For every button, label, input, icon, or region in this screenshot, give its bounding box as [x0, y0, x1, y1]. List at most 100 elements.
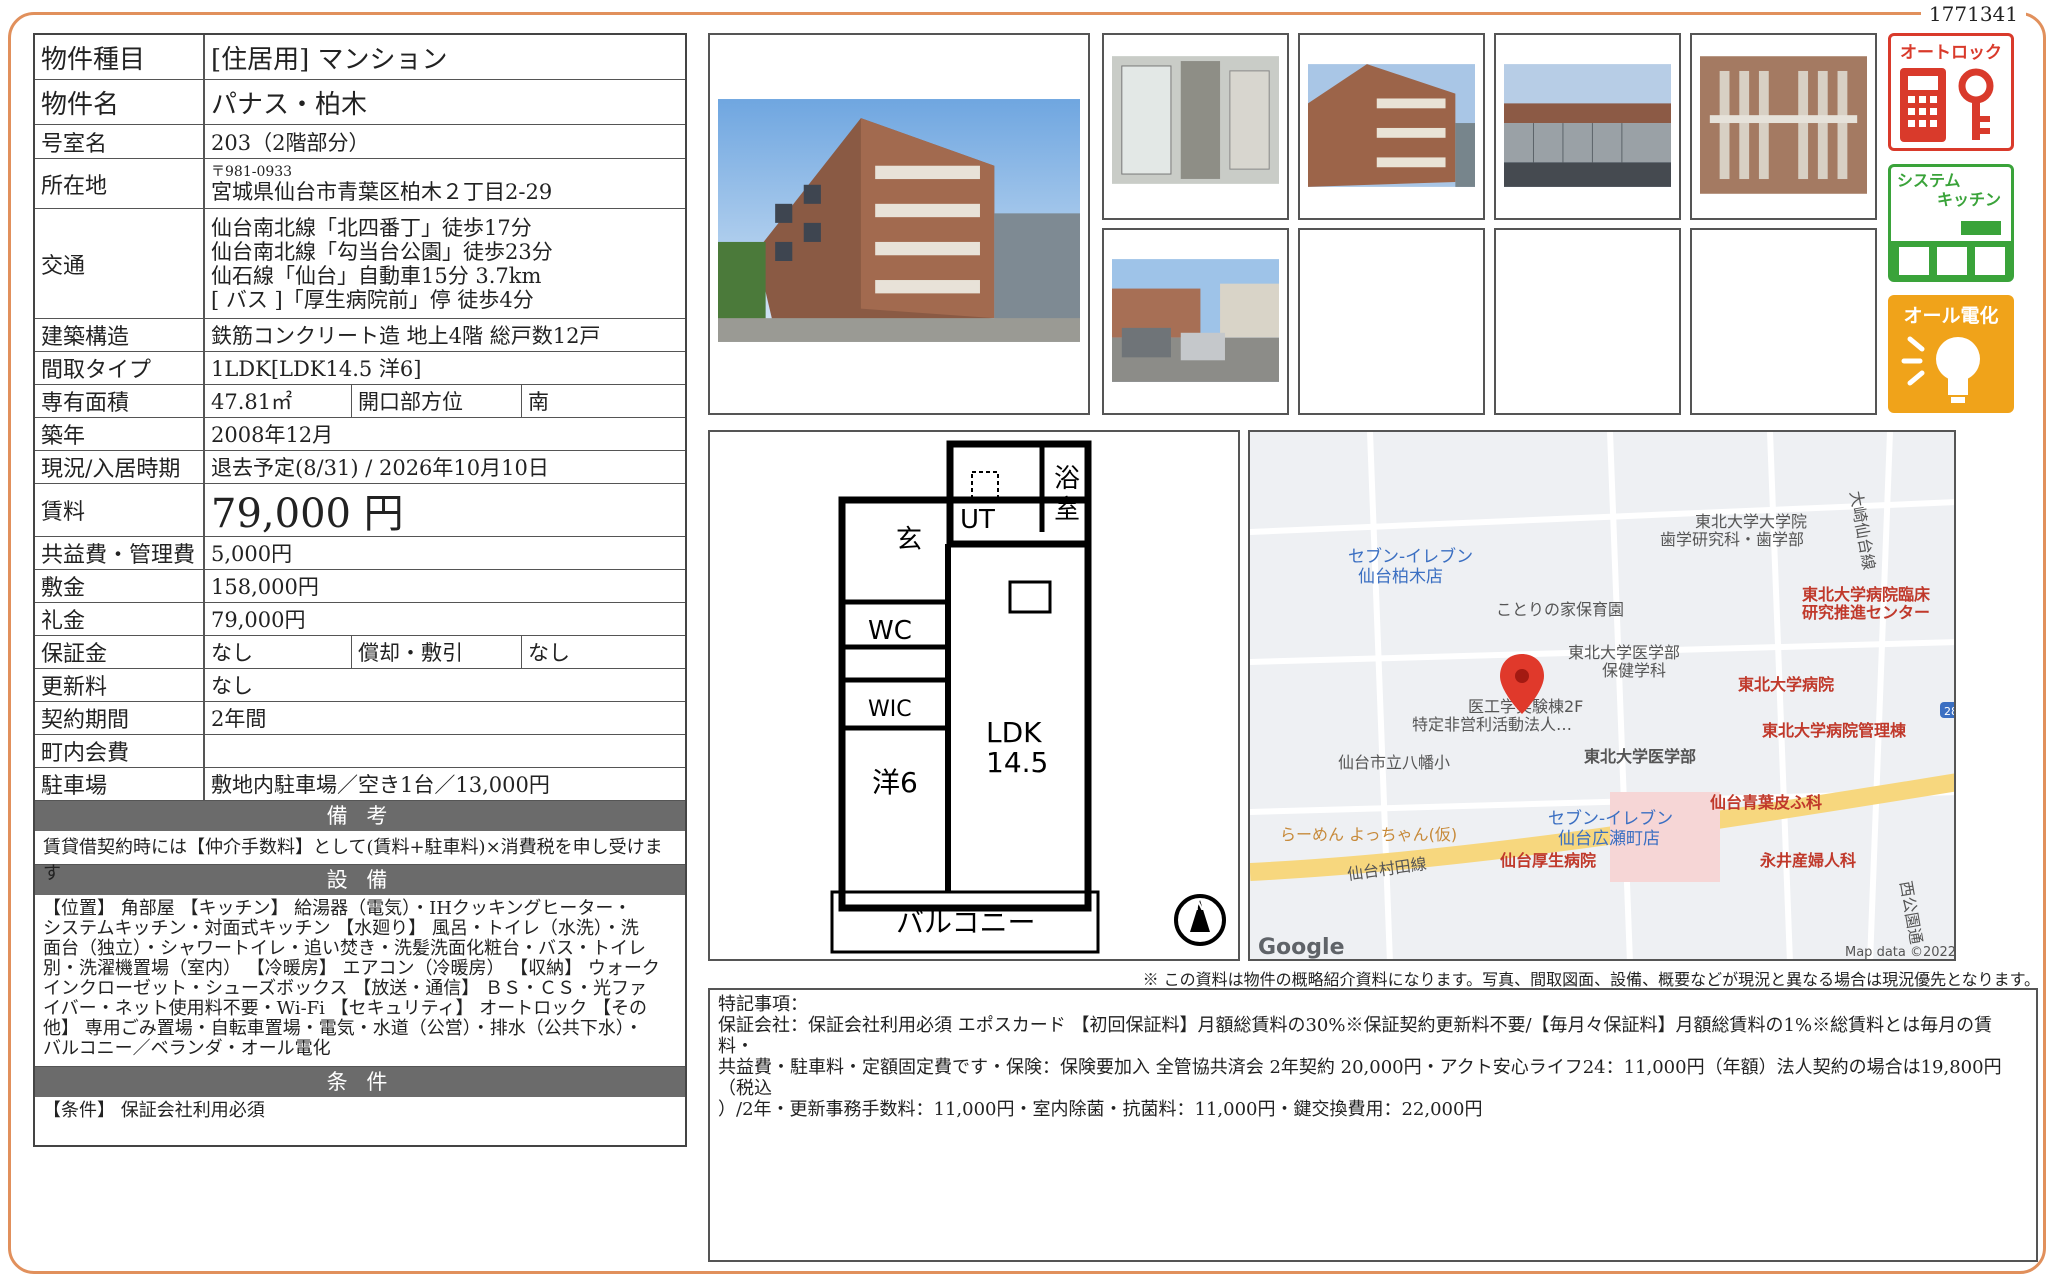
photo-thumbnail-gate[interactable]	[1690, 33, 1877, 220]
storage-image	[1504, 64, 1671, 187]
exterior-image-2	[1308, 64, 1475, 187]
conditions-header: 条 件	[35, 1067, 685, 1097]
label-name: 物件名	[35, 80, 205, 124]
western-room-label: 洋6	[872, 766, 918, 799]
ldk-size: 14.5	[986, 746, 1048, 779]
photo-thumbnail-exterior-2[interactable]	[1298, 33, 1485, 220]
value-deposit: 158,000円	[211, 575, 319, 599]
row-built: 築年 2008年12月	[35, 418, 685, 451]
parking-image	[1112, 259, 1279, 382]
label-contract: 契約期間	[35, 702, 205, 734]
equipment-line: 面台（独立）・シャワートイレ・追い焚き・洗髪洗面化粧台・バス・トイレ	[43, 938, 646, 959]
value-amortization: なし	[521, 636, 685, 668]
label-area: 専有面積	[35, 385, 205, 417]
map-label-hosp: 東北大学病院	[1738, 675, 1834, 694]
label-traffic: 交通	[35, 209, 205, 318]
postal-code: 〒981-0933	[211, 163, 293, 180]
document-id: 1771341	[1920, 2, 2026, 26]
map-label-med-hoken: 東北大学医学部	[1568, 643, 1680, 662]
value-renewal: なし	[211, 674, 253, 698]
map-label-seven-hirose-2: 仙台広瀬町店	[1558, 829, 1660, 849]
special-notes-line: 共益費・駐車料・定額固定費です・保険：保険要加入 全管協共済会 2年契約 20,…	[718, 1057, 2002, 1099]
value-contract: 2年間	[211, 707, 267, 731]
label-type: 物件種目	[35, 35, 205, 79]
value-room: 203（2階部分）	[211, 130, 370, 155]
all-electric-label: オール電化	[1903, 305, 1999, 327]
floor-plan-drawing: 玄 UT 浴 室 WC WIC LDK 14.5 洋6 バルコニー N	[830, 440, 1226, 954]
map-label-tohoku-dent: 東北大学大学院	[1695, 512, 1807, 531]
row-area: 専有面積 47.81㎡ 開口部方位 南	[35, 385, 685, 418]
label-renewal: 更新料	[35, 669, 205, 701]
label-address: 所在地	[35, 159, 205, 208]
map-label-med-hoken-2: 保健学科	[1602, 661, 1666, 680]
traffic-line: 仙台南北線「勾当台公園」徒歩23分	[211, 239, 553, 264]
photo-thumbnail-parking[interactable]	[1102, 228, 1289, 415]
value-keymoney: 79,000円	[211, 608, 306, 632]
location-map[interactable]: 大崎仙台線 西公園通 セブン-イレブン 仙台柏木店 セブン-イレブン 仙台広瀬町…	[1248, 430, 1956, 961]
photo-slot-empty	[1690, 228, 1877, 415]
autolock-badge: オートロック	[1888, 33, 2014, 151]
map-label-hosp-clin-2: 研究推進センター	[1802, 603, 1930, 622]
kitchen-label-1: システム	[1897, 171, 1961, 190]
value-status: 退去予定(8/31) / 2026年10月10日	[211, 456, 549, 480]
conditions-text: 【条件】 保証会社利用必須	[43, 1100, 265, 1121]
autolock-label: オートロック	[1900, 43, 2002, 63]
value-fee: 5,000円	[211, 542, 293, 566]
balcony-label: バルコニー	[896, 906, 1035, 939]
value-address: 〒981-0933 宮城県仙台市青葉区柏木２丁目2-29	[205, 159, 685, 208]
utility-label: UT	[960, 505, 995, 535]
address-text: 宮城県仙台市青葉区柏木２丁目2-29	[211, 179, 553, 204]
map-label-ikou-2: 特定非営利活動法人…	[1412, 715, 1572, 734]
photo-slot-empty	[1494, 228, 1681, 415]
gate-image	[1700, 56, 1867, 194]
row-association: 町内会費	[35, 735, 685, 768]
row-status: 現況/入居時期 退去予定(8/31) / 2026年10月10日	[35, 451, 685, 484]
bath-label-1: 浴	[1054, 464, 1080, 494]
row-deposit: 敷金 158,000円	[35, 570, 685, 603]
wc-label: WC	[868, 616, 912, 646]
equipment-line: システムキッチン・対面式キッチン 【水廻り】 風呂・トイレ（水洗）・洗	[43, 918, 639, 939]
map-attribution: Map data ©2022	[1845, 945, 1956, 960]
label-deposit: 敷金	[35, 570, 205, 602]
disclaimer-note: ※ この資料は物件の概略紹介資料になります。写真、間取図面、設備、概要などが現況…	[1142, 970, 2040, 989]
value-guarantee: なし	[211, 641, 253, 665]
row-keymoney: 礼金 79,000円	[35, 603, 685, 636]
special-notes: 特記事項： 保証会社：保証会社利用必須 エポスカード 【初回保証料】月額総賃料の…	[708, 988, 2038, 1262]
label-parking: 駐車場	[35, 768, 205, 800]
floor-plan: 玄 UT 浴 室 WC WIC LDK 14.5 洋6 バルコニー N	[708, 430, 1240, 961]
equipment-line: バルコニー／ベランダ・オール電化	[43, 1038, 331, 1059]
value-rent: 79,000 円	[211, 491, 404, 537]
row-layout: 間取タイプ 1LDK[LDK14.5 洋6]	[35, 352, 685, 385]
property-spec-table: 物件種目 [住居用] マンション 物件名 パナス・柏木 号室名 203（2階部分…	[33, 33, 687, 1147]
row-rent: 賃料 79,000 円	[35, 484, 685, 537]
special-notes-line: ）/2年・更新事務手数料：11,000円・室内除菌・抗菌料：11,000円・鍵交…	[718, 1099, 1483, 1120]
entrance-image	[1112, 56, 1279, 184]
row-parking: 駐車場 敷地内駐車場／空き1台／13,000円	[35, 768, 685, 801]
map-label-hachiman: 仙台市立八幡小	[1338, 753, 1450, 772]
row-renewal: 更新料 なし	[35, 669, 685, 702]
label-fee: 共益費・管理費	[35, 537, 205, 569]
value-type: [住居用] マンション	[211, 44, 448, 75]
map-label-kotori: ことりの家保育園	[1496, 600, 1624, 619]
row-address: 所在地 〒981-0933 宮城県仙台市青葉区柏木２丁目2-29	[35, 159, 685, 209]
label-structure: 建築構造	[35, 319, 205, 351]
map-label-hifuka: 仙台青葉皮ふ科	[1710, 793, 1822, 812]
special-notes-title: 特記事項：	[718, 994, 808, 1015]
row-guarantee: 保証金 なし 償却・敷引 なし	[35, 636, 685, 669]
label-amortization: 償却・敷引	[351, 636, 521, 668]
photo-thumbnail-storage[interactable]	[1494, 33, 1681, 220]
equipment-line: 他】 専用ごみ置場・自転車置場・電気・水道（公営）・排水（公共下水）・	[43, 1018, 643, 1039]
genkan-label: 玄	[896, 525, 922, 555]
row-structure: 建築構造 鉄筋コンクリート造 地上4階 総戸数12戸	[35, 319, 685, 352]
remarks-header: 備 考	[35, 801, 685, 831]
map-canvas: 大崎仙台線 西公園通 セブン-イレブン 仙台柏木店 セブン-イレブン 仙台広瀬町…	[1250, 432, 1956, 960]
traffic-line: 仙台南北線「北四番丁」徒歩17分	[211, 215, 532, 240]
label-rent: 賃料	[35, 484, 205, 536]
label-layout: 間取タイプ	[35, 352, 205, 384]
equipment-line: 【位置】 角部屋 【キッチン】 給湯器（電気）・IHクッキングヒーター・	[43, 898, 632, 919]
autolock-icon	[1900, 68, 1994, 142]
value-direction: 南	[521, 385, 685, 417]
main-building-photo[interactable]	[708, 33, 1090, 415]
photo-thumbnail-entrance[interactable]	[1102, 33, 1289, 220]
equipment-header: 設 備	[35, 865, 685, 895]
